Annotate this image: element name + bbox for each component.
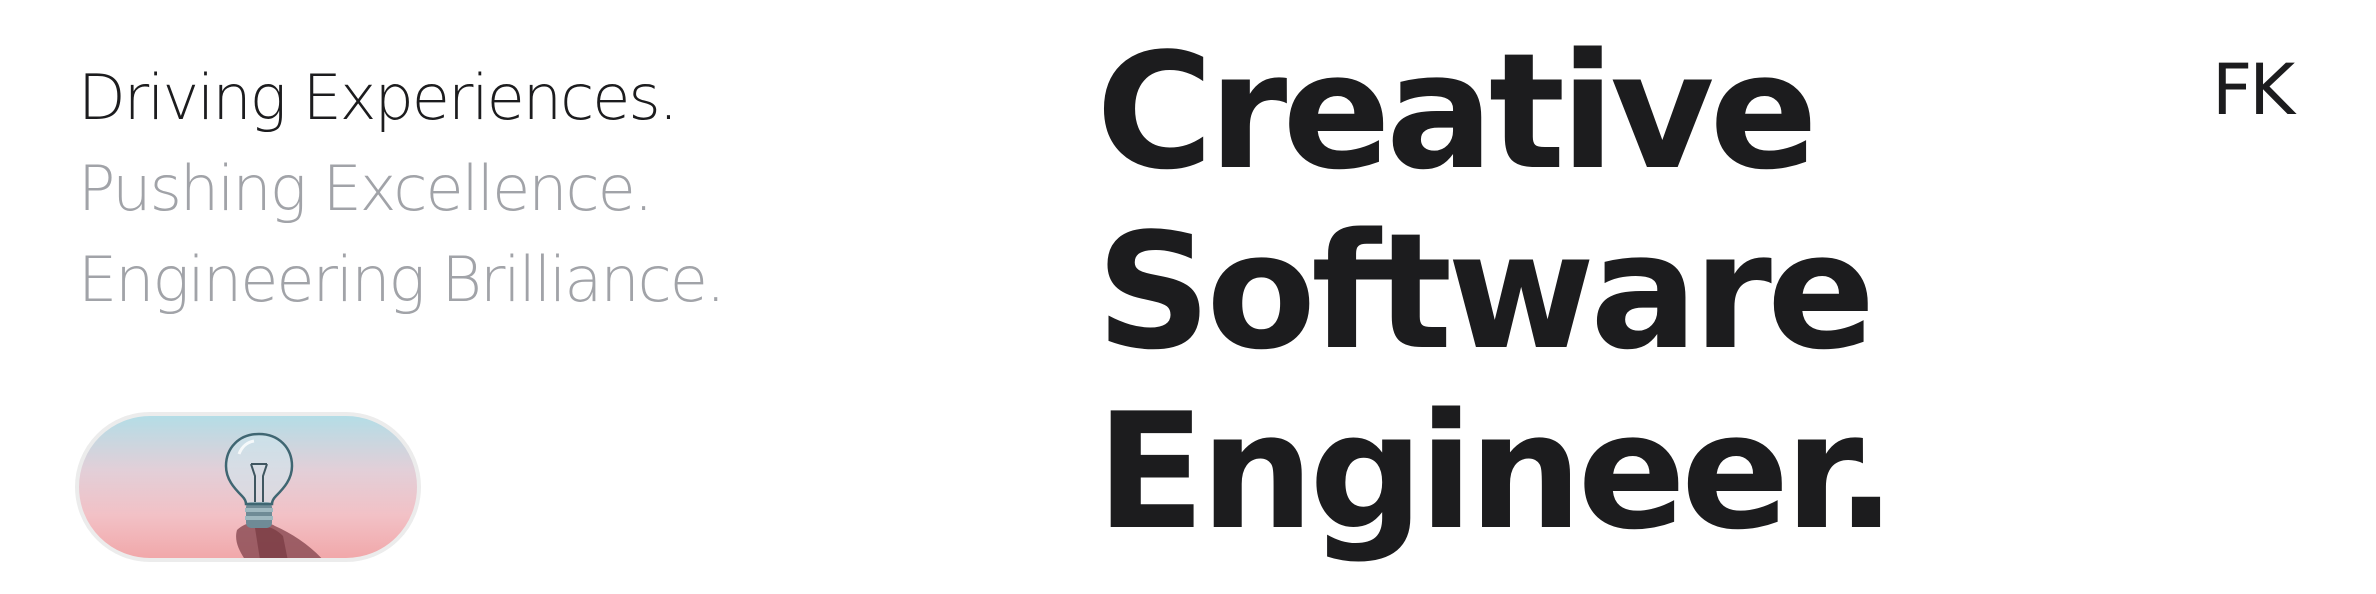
headline-software: Software: [1096, 198, 1875, 385]
logo-monogram-link[interactable]: FK: [2212, 50, 2295, 130]
lightbulb-icon: [224, 432, 322, 558]
tagline-pushing: Pushing Excellence.: [78, 152, 653, 225]
headline: Creative Software Engineer.: [1096, 18, 1896, 565]
headline-creative: Creative: [1096, 18, 1818, 205]
tagline-driving: Driving Experiences.: [78, 61, 678, 134]
hero-image-pill: [75, 412, 421, 562]
hero-page: Driving Experiences. Pushing Excellence.…: [0, 0, 2376, 594]
headline-engineer: Engineer.: [1096, 378, 1896, 565]
tagline-engineering: Engineering Brilliance.: [78, 243, 726, 316]
taglines: Driving Experiences. Pushing Excellence.…: [78, 52, 726, 325]
